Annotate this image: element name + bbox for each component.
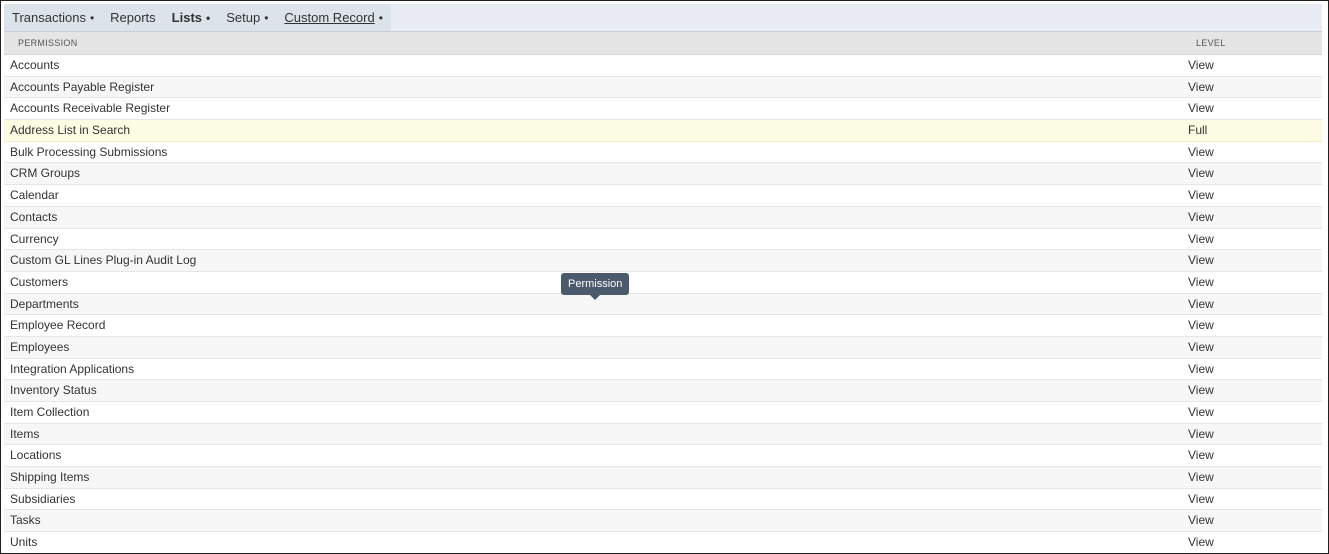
level-cell: View (1188, 166, 1214, 181)
level-cell: Full (1188, 123, 1208, 138)
permission-cell: Employee Record (10, 318, 106, 333)
level-cell: View (1188, 144, 1214, 159)
tab-lists[interactable]: Lists • (164, 4, 219, 31)
permission-cell: Departments (10, 296, 79, 311)
table-row[interactable]: Integration Applications View (4, 358, 1322, 381)
table-row[interactable]: Contacts View (4, 206, 1322, 229)
level-cell: View (1188, 58, 1214, 72)
level-cell: View (1188, 535, 1214, 550)
level-cell: View (1188, 274, 1214, 289)
table-row[interactable]: Accounts Payable Register View (4, 76, 1322, 99)
column-header-level[interactable]: Level (1196, 32, 1226, 54)
table-row[interactable]: Accounts Receivable Register View (4, 98, 1322, 121)
level-cell: View (1188, 491, 1214, 506)
permission-cell: Contacts (10, 209, 58, 224)
level-cell: View (1188, 231, 1214, 246)
table-row[interactable]: Tasks View (4, 510, 1322, 533)
table-row[interactable]: Custom GL Lines Plug-in Audit Log View (4, 250, 1322, 272)
table-row[interactable]: Bulk Processing Submissions View (4, 141, 1322, 164)
column-tooltip: Permission (561, 273, 630, 300)
table-row[interactable]: Item Collection View (4, 402, 1322, 424)
table-row[interactable]: Accounts View (4, 55, 1322, 77)
permission-cell: Items (10, 426, 40, 441)
table-row[interactable]: Locations View (4, 445, 1322, 468)
permission-cell: Accounts Receivable Register (10, 101, 171, 116)
permission-cell: Integration Applications (10, 361, 135, 376)
permissions-panel: Transactions • Reports Lists • Setup • Cust… (0, 0, 1329, 554)
column-header-permission[interactable]: Permission (18, 32, 78, 54)
permission-cell: Shipping Items (10, 470, 90, 485)
level-cell: View (1188, 188, 1214, 203)
subtab-list: Transactions • Reports Lists • Setup • Cust… (4, 4, 391, 31)
table-row[interactable]: Employee Record View (4, 315, 1322, 337)
tab-reports[interactable]: Reports (102, 4, 164, 31)
subtab-bar: Transactions • Reports Lists • Setup • Cust… (4, 4, 1322, 32)
table-row[interactable]: Inventory Status View (4, 380, 1322, 402)
table-row[interactable]: Subsidiaries View (4, 488, 1322, 511)
permissions-table: Permission Level Accounts View Accounts Pa… (4, 32, 1322, 553)
table-row[interactable]: Address List in Search Full (4, 120, 1322, 142)
permission-cell: Subsidiaries (10, 491, 76, 506)
permission-cell: Calendar (10, 188, 59, 203)
tab-transactions[interactable]: Transactions • (4, 4, 102, 31)
table-row[interactable]: Customers View (4, 271, 1322, 294)
table-body: Accounts View Accounts Payable Register Vie… (4, 55, 1322, 553)
table-row[interactable]: Employees View (4, 336, 1322, 359)
level-cell: View (1188, 101, 1214, 116)
level-cell: View (1188, 209, 1214, 224)
table-row[interactable]: Currency View (4, 228, 1322, 251)
permission-cell: Locations (10, 448, 62, 463)
permission-cell: Item Collection (10, 405, 90, 419)
table-row[interactable]: Calendar View (4, 185, 1322, 207)
table-row[interactable]: CRM Groups View (4, 163, 1322, 186)
level-cell: View (1188, 79, 1214, 94)
tab-setup[interactable]: Setup • (218, 4, 276, 31)
permission-cell: Currency (10, 231, 59, 246)
permission-cell: Address List in Search (10, 123, 131, 138)
level-cell: View (1188, 296, 1214, 311)
permission-cell: Inventory Status (10, 383, 97, 398)
level-cell: View (1188, 405, 1214, 419)
permission-cell: Tasks (10, 513, 41, 528)
permission-cell: Bulk Processing Submissions (10, 144, 168, 159)
permission-cell: CRM Groups (10, 166, 81, 181)
level-cell: View (1188, 470, 1214, 485)
table-row[interactable]: Shipping Items View (4, 467, 1322, 489)
table-row[interactable]: Departments View (4, 293, 1322, 316)
level-cell: View (1188, 448, 1214, 463)
permission-cell: Employees (10, 339, 70, 354)
level-cell: View (1188, 426, 1214, 441)
tab-custom-record[interactable]: Custom Record • (276, 4, 391, 31)
permission-cell: Units (10, 535, 38, 550)
level-cell: View (1188, 361, 1214, 376)
table-header: Permission Level (4, 32, 1322, 55)
permission-cell: Accounts (10, 58, 60, 72)
permission-cell: Accounts Payable Register (10, 79, 155, 94)
permission-cell: Customers (10, 274, 69, 289)
level-cell: View (1188, 318, 1214, 333)
level-cell: View (1188, 253, 1214, 268)
table-row[interactable]: Units View (4, 532, 1322, 553)
level-cell: View (1188, 339, 1214, 354)
permission-cell: Custom GL Lines Plug-in Audit Log (10, 253, 197, 268)
level-cell: View (1188, 383, 1214, 398)
table-row[interactable]: Items View (4, 423, 1322, 446)
level-cell: View (1188, 513, 1214, 528)
